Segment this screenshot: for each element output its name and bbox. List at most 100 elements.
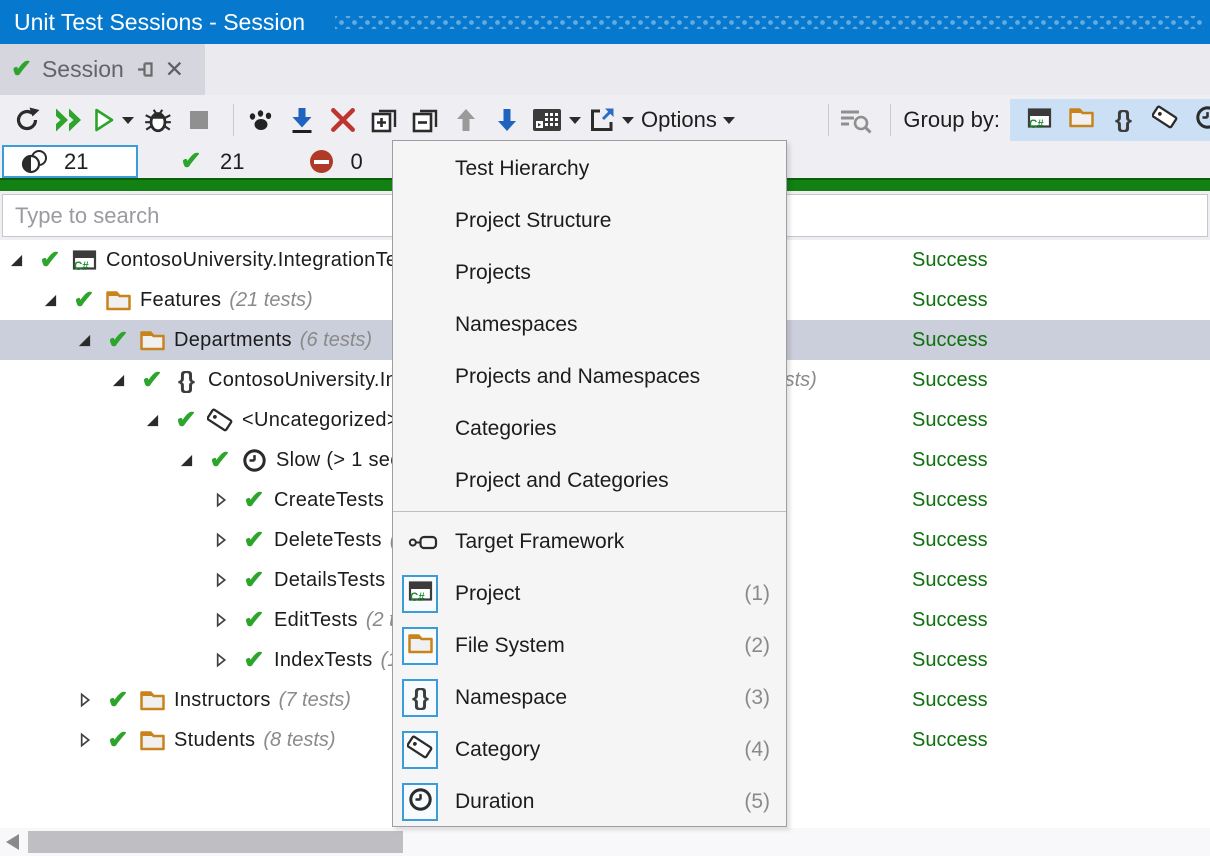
- tree-node-test-count: (7 tests): [279, 689, 351, 712]
- menu-item-projects[interactable]: Projects: [393, 247, 786, 299]
- status-text: Success: [912, 289, 988, 312]
- menu-item-category[interactable]: Category(4): [393, 724, 786, 776]
- expander-collapsed-icon[interactable]: [212, 572, 228, 588]
- expander-expanded-icon[interactable]: [42, 292, 58, 308]
- category-icon: [206, 407, 234, 433]
- run-all-tests-button[interactable]: [51, 102, 85, 138]
- menu-item-categories[interactable]: Categories: [393, 403, 786, 455]
- group-by-namespace-toggle-button[interactable]: {}: [1102, 99, 1144, 141]
- menu-item-projects-and-namespaces[interactable]: Projects and Namespaces: [393, 351, 786, 403]
- group-button[interactable]: [531, 102, 581, 138]
- run-tests-button[interactable]: [92, 102, 134, 138]
- options-dropdown-caret-icon[interactable]: [723, 117, 735, 124]
- next-test-button[interactable]: [490, 102, 524, 138]
- collapse-all-button[interactable]: [408, 102, 442, 138]
- status-text: Success: [912, 729, 988, 752]
- menu-item-file-system[interactable]: File System(2): [393, 620, 786, 672]
- run-icon: [92, 107, 116, 133]
- menu-item-label: Duration: [455, 790, 534, 814]
- refresh-button[interactable]: [10, 102, 44, 138]
- group-by-clock-toggle-button[interactable]: [1186, 99, 1210, 141]
- success-check-icon: ✔: [106, 728, 130, 753]
- menu-item-project[interactable]: C#Project(1): [393, 568, 786, 620]
- remove-session-button[interactable]: [326, 102, 360, 138]
- success-check-icon: ✔: [106, 688, 130, 713]
- expander-collapsed-icon[interactable]: [76, 732, 92, 748]
- menu-item-label: Projects: [455, 261, 531, 285]
- previous-test-button[interactable]: [449, 102, 483, 138]
- expander-collapsed-icon[interactable]: [76, 692, 92, 708]
- expander-collapsed-icon[interactable]: [212, 532, 228, 548]
- expander-collapsed-icon[interactable]: [212, 652, 228, 668]
- success-check-icon: ✔: [242, 488, 266, 513]
- menu-item-shortcut: (5): [744, 790, 770, 814]
- titlebar-grip-dots: [335, 16, 1204, 29]
- menu-item-label: Test Hierarchy: [455, 157, 589, 181]
- status-text: Success: [912, 569, 988, 592]
- expander-expanded-icon[interactable]: [178, 452, 194, 468]
- folder-icon: [104, 287, 132, 313]
- up-arrow-icon: [455, 107, 477, 133]
- project-icon: C#: [407, 579, 434, 609]
- checked-icon-box: [402, 627, 438, 665]
- menu-item-project-and-categories[interactable]: Project and Categories: [393, 455, 786, 507]
- run-all-icon: [52, 107, 84, 133]
- menu-item-project-structure[interactable]: Project Structure: [393, 195, 786, 247]
- expander-expanded-icon[interactable]: [76, 332, 92, 348]
- tree-node-name: Students: [174, 729, 255, 752]
- cover-tests-button[interactable]: [244, 102, 278, 138]
- refresh-icon: [12, 105, 42, 135]
- group-dropdown-caret-icon[interactable]: [569, 117, 581, 124]
- close-icon[interactable]: ✕: [165, 58, 184, 81]
- menu-item-target-framework[interactable]: Target Framework: [393, 516, 786, 568]
- tree-node-name: DeleteTests: [274, 529, 382, 552]
- toolbar: Options Group by: C#{}: [0, 95, 1210, 145]
- menu-item-namespace[interactable]: {}Namespace(3): [393, 672, 786, 724]
- append-tests-button[interactable]: [285, 102, 319, 138]
- checked-icon-box: [402, 731, 438, 769]
- stop-button[interactable]: [182, 102, 216, 138]
- window-titlebar[interactable]: Unit Test Sessions - Session: [0, 0, 1210, 44]
- menu-item-namespaces[interactable]: Namespaces: [393, 299, 786, 351]
- menu-item-label: Namespaces: [455, 313, 578, 337]
- collapse-all-icon: [411, 106, 439, 134]
- scrollbar-thumb[interactable]: [28, 831, 403, 853]
- tab-session[interactable]: ✔ Session ✕: [0, 44, 205, 95]
- export-button[interactable]: [588, 102, 634, 138]
- expander-expanded-icon[interactable]: [8, 252, 24, 268]
- tree-node-name: DetailsTests: [274, 569, 385, 592]
- status-text: Success: [912, 649, 988, 672]
- horizontal-scrollbar[interactable]: [0, 828, 1210, 856]
- debug-tests-button[interactable]: [141, 102, 175, 138]
- expander-collapsed-icon[interactable]: [212, 612, 228, 628]
- menu-item-duration[interactable]: Duration (5): [393, 776, 786, 828]
- counter-ignored-button[interactable]: 0: [304, 145, 362, 178]
- options-button[interactable]: Options: [641, 102, 735, 138]
- pin-icon[interactable]: [136, 60, 155, 79]
- clock-icon: [240, 447, 268, 473]
- counter-ignored-value: 0: [350, 149, 362, 175]
- expander-expanded-icon[interactable]: [144, 412, 160, 428]
- success-check-icon: ✔: [106, 328, 130, 353]
- counter-passed-button[interactable]: ✔ 21: [174, 145, 244, 178]
- group-by-folder-toggle-button[interactable]: [1060, 99, 1102, 141]
- counter-total-button[interactable]: 21: [2, 145, 138, 178]
- tests-ignored-icon: [304, 150, 338, 173]
- menu-item-test-hierarchy[interactable]: Test Hierarchy: [393, 143, 786, 195]
- export-dropdown-caret-icon[interactable]: [622, 117, 634, 124]
- toolbar-separator: [233, 104, 234, 136]
- expander-expanded-icon[interactable]: [110, 372, 126, 388]
- toolbar-separator: [828, 104, 829, 136]
- menu-item-shortcut: (4): [744, 738, 770, 762]
- group-by-toggle-strip: C# {}: [1010, 99, 1210, 141]
- expand-all-button[interactable]: [367, 102, 401, 138]
- success-check-icon: ✔: [38, 248, 62, 273]
- folder-icon: [138, 727, 166, 753]
- run-dropdown-caret-icon[interactable]: [122, 117, 134, 124]
- expander-collapsed-icon[interactable]: [212, 492, 228, 508]
- filter-search-button[interactable]: [839, 102, 873, 138]
- group-by-category-toggle-button[interactable]: [1144, 99, 1186, 141]
- checked-icon-box: {}: [402, 679, 438, 717]
- scroll-left-arrow-icon[interactable]: [6, 834, 19, 850]
- group-by-project-toggle-button[interactable]: C#: [1018, 99, 1060, 141]
